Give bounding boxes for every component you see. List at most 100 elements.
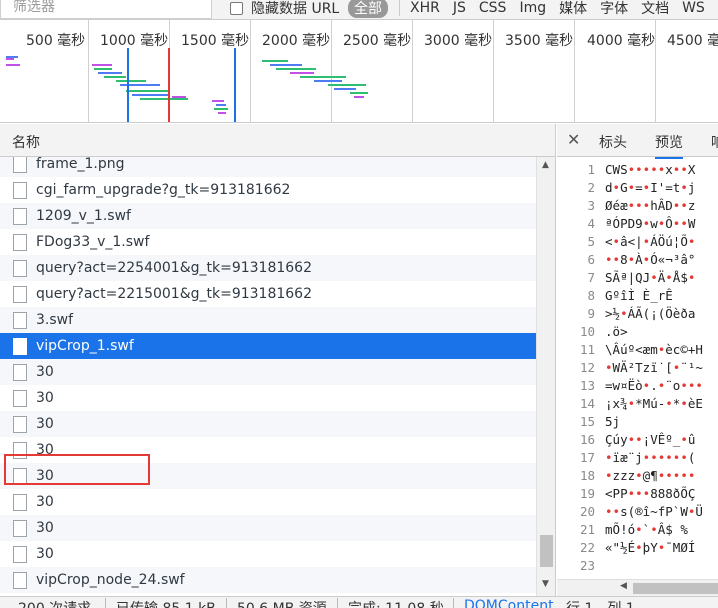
overview-grid-line	[493, 20, 494, 122]
waterfall-bar	[6, 58, 14, 60]
line-text: GºîÌ È_rÊ	[605, 288, 673, 303]
line-text: •WÄ²Tzï˙[•¨¹~	[605, 360, 703, 375]
file-icon	[13, 337, 27, 355]
type-filter-ws[interactable]: WS	[682, 0, 705, 16]
code-line: 6 ••8•À•Ó«¬³â°	[557, 252, 718, 270]
line-number: 12	[579, 360, 595, 375]
code-line: 23	[557, 558, 718, 576]
request-row[interactable]: FDog33_v_1.swf	[0, 229, 536, 255]
scroll-down-icon[interactable]: ▼	[542, 579, 549, 589]
code-line: 9 >½•ÁÃ(¡(Öèða	[557, 306, 718, 324]
code-line: 11 \Âúº<æm•èc©+H	[557, 342, 718, 360]
request-row[interactable]: 30	[0, 489, 536, 515]
filter-input[interactable]: 筛选器	[0, 0, 212, 19]
waterfall-bar	[6, 64, 20, 66]
tab-preview[interactable]: 预览	[655, 132, 683, 159]
type-filter-media[interactable]: 媒体	[559, 0, 587, 18]
code-line: 2 d•G•=•I'=t•j	[557, 180, 718, 198]
waterfall-bar	[216, 104, 226, 106]
request-row[interactable]: query?act=2254001&g_tk=913181662	[0, 255, 536, 281]
line-number: 15	[579, 414, 595, 429]
request-row[interactable]: 30	[0, 541, 536, 567]
scroll-up-icon[interactable]: ▲	[542, 160, 549, 170]
code-line: 18 •zzz•@¶•••••	[557, 468, 718, 486]
file-icon	[13, 233, 27, 251]
request-name: 30	[36, 390, 54, 406]
request-name: 30	[36, 546, 54, 562]
waterfall-bar	[98, 72, 122, 74]
code-line: 14 ¡x¾•*Mú-•*•èE	[557, 396, 718, 414]
code-line: 13 =w¤Ëò•.•¨o•••	[557, 378, 718, 396]
file-icon	[13, 415, 27, 433]
request-row[interactable]: 3.swf	[0, 307, 536, 333]
type-filter-css[interactable]: CSS	[479, 0, 507, 16]
request-row[interactable]: 1209_v_1.swf	[0, 203, 536, 229]
request-row[interactable]: 30	[0, 515, 536, 541]
list-scrollbar-thumb[interactable]	[540, 535, 553, 567]
line-number: 9	[587, 306, 595, 321]
request-row[interactable]: 30	[0, 411, 536, 437]
code-line: 1 CWS•••••x••X	[557, 162, 718, 180]
line-number: 18	[579, 468, 595, 483]
filter-bar: 筛选器 隐藏数据 URL 全部 XHR JS CSS Img 媒体 字体 文档 …	[0, 0, 718, 20]
line-text: \Âúº<æm•èc©+H	[605, 342, 703, 357]
waterfall-bar	[92, 64, 112, 66]
line-number: 19	[579, 486, 595, 501]
waterfall-bar	[334, 88, 356, 90]
file-icon	[13, 181, 27, 199]
preview-hscrollbar-thumb[interactable]	[633, 583, 718, 594]
line-text: Øéæ•••hÂD••z	[605, 198, 696, 213]
type-filter-xhr[interactable]: XHR	[410, 0, 440, 16]
request-row[interactable]: vipCrop_1.swf	[0, 333, 536, 359]
type-filter-doc[interactable]: 文档	[641, 0, 669, 18]
hide-data-url-toggle[interactable]: 隐藏数据 URL	[230, 0, 339, 19]
request-name: 30	[36, 494, 54, 510]
request-row[interactable]: 30	[0, 385, 536, 411]
waterfall-bar	[94, 68, 112, 70]
details-panel: ✕ 标头 预览 响 1 CWS•••••x••X 2 d•G•=•I'=t•j 3 Øéæ…	[557, 124, 718, 596]
request-row[interactable]: 30	[0, 359, 536, 385]
request-row[interactable]: vipCrop_node_24.swf	[0, 567, 536, 593]
line-text: d•G•=•I'=t•j	[605, 180, 696, 195]
request-row[interactable]: cgi_farm_upgrade?g_tk=913181662	[0, 177, 536, 203]
line-text: SÃª|QJ•Ä•Å$•	[605, 270, 696, 285]
waterfall-bar	[126, 90, 170, 92]
type-filter-all[interactable]: 全部	[348, 0, 388, 18]
request-name: vipCrop_1.swf	[36, 338, 134, 354]
scroll-left-icon[interactable]: ◀	[620, 581, 627, 591]
request-row[interactable]: frame_1.png	[0, 157, 536, 177]
waterfall-bar	[172, 96, 186, 98]
line-text: <•â<|•ÁÖú¦Õ•	[605, 234, 696, 249]
column-header-name[interactable]: 名称	[12, 132, 40, 152]
waterfall-bar	[214, 108, 228, 110]
request-name: 30	[36, 364, 54, 380]
tab-response[interactable]: 响	[711, 132, 718, 152]
status-domcontent-link[interactable]: DOMContent	[464, 598, 554, 608]
list-scrollbar[interactable]: ▲ ▼	[536, 157, 555, 596]
line-text: ¡x¾•*Mú-•*•èE	[605, 396, 703, 411]
overview-tick-label: 1500 毫秒	[181, 33, 250, 49]
status-divider	[105, 598, 106, 608]
hide-data-url-checkbox[interactable]	[230, 1, 243, 15]
line-number: 23	[579, 558, 595, 573]
line-number: 1	[587, 162, 595, 177]
timeline-event-line	[168, 48, 170, 122]
type-filter-img[interactable]: Img	[519, 0, 546, 16]
waterfall-bar	[290, 72, 314, 74]
request-list: 名称 frame_1.png cgi_farm_upgrade?g_tk=9131…	[0, 124, 556, 596]
waterfall-bar	[262, 60, 288, 62]
line-text: ••8•À•Ó«¬³â°	[605, 252, 696, 267]
type-filter-js[interactable]: JS	[453, 0, 466, 16]
close-icon[interactable]: ✕	[567, 130, 580, 149]
file-icon	[13, 157, 27, 173]
overview-timeline[interactable]: 500 毫秒 1000 毫秒 1500 毫秒 2000 毫秒 2500 毫秒 3000 毫…	[0, 20, 718, 123]
status-divider	[337, 598, 338, 608]
type-filter-font[interactable]: 字体	[600, 0, 628, 18]
code-line: 22 «"½É•þY•¯MØÍ	[557, 540, 718, 558]
tab-headers[interactable]: 标头	[599, 132, 627, 152]
request-row[interactable]: query?act=2215001&g_tk=913181662	[0, 281, 536, 307]
overview-tick-label: 3000 毫秒	[424, 33, 493, 49]
preview-hscrollbar[interactable]: ◀	[557, 579, 718, 596]
type-filters: 全部 XHR JS CSS Img 媒体 字体 文档 WS 清	[348, 0, 718, 19]
overview-grid-line	[250, 20, 251, 122]
